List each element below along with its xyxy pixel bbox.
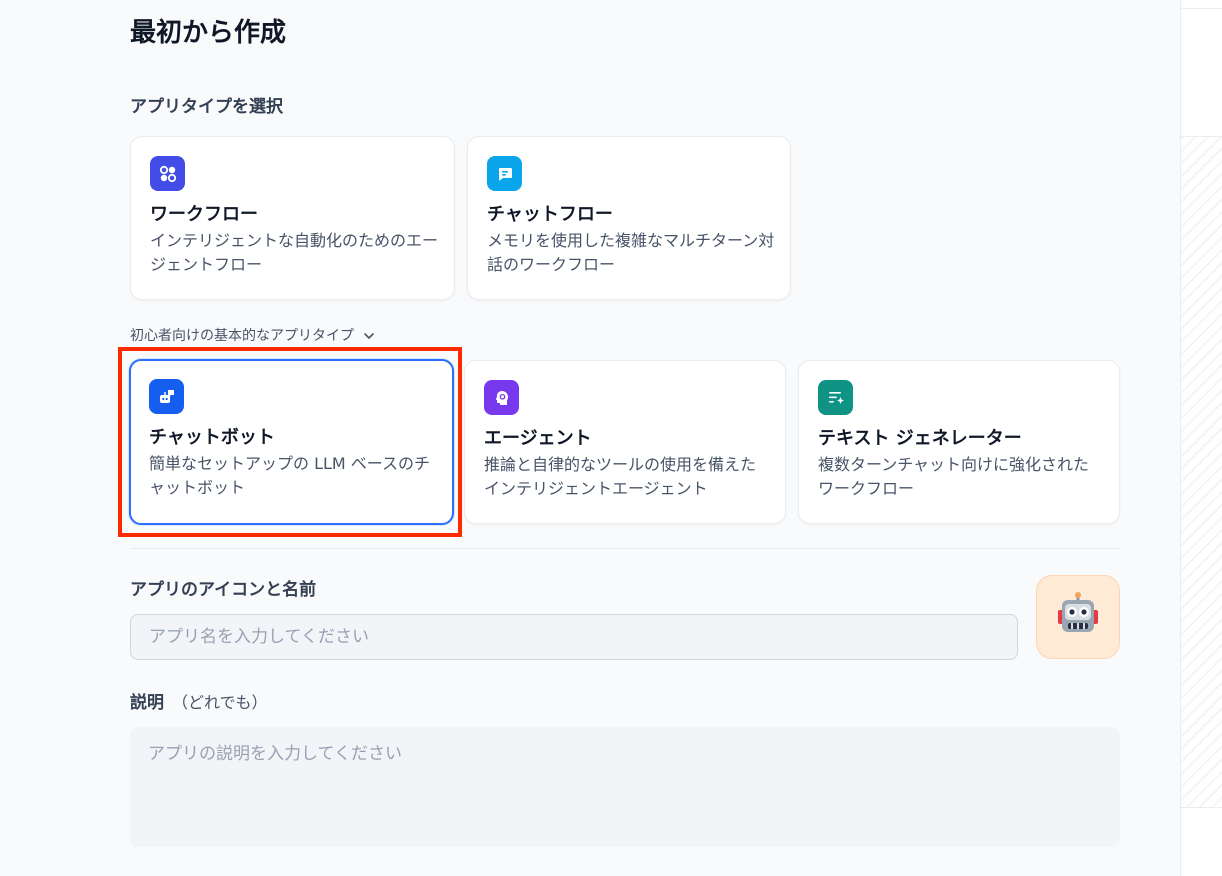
text-generator-description: 複数ターンチャット向けに強化されたワークフロー <box>818 455 1090 498</box>
app-icon-picker[interactable] <box>1036 575 1120 659</box>
app-name-label: アプリのアイコンと名前 <box>130 580 317 600</box>
beginner-app-types-toggle[interactable]: 初心者向けの基本的なアプリタイプ <box>130 325 376 347</box>
app-description-input[interactable] <box>130 727 1120 847</box>
right-panel-divider <box>1181 8 1222 9</box>
chatbot-description: 簡単なセットアップの LLM ベースのチャットボット <box>149 454 431 497</box>
app-name-input[interactable] <box>130 614 1018 660</box>
beginner-app-types-label: 初心者向けの基本的なアプリタイプ <box>130 328 354 344</box>
agent-title: エージェント <box>484 428 592 449</box>
workflow-title: ワークフロー <box>150 204 258 225</box>
section-divider <box>130 548 1120 549</box>
text-generator-icon <box>818 380 853 415</box>
right-panel <box>1180 0 1222 876</box>
text-generator-title: テキスト ジェネレーター <box>818 428 1022 449</box>
chatflow-icon <box>487 156 522 191</box>
chatbot-card[interactable]: チャットボット 簡単なセットアップの LLM ベースのチャットボット <box>129 359 454 525</box>
text-generator-card[interactable]: テキスト ジェネレーター 複数ターンチャット向けに強化されたワークフロー <box>798 360 1120 524</box>
app-type-label: アプリタイプを選択 <box>130 97 283 117</box>
page-title: 最初から作成 <box>130 18 287 48</box>
description-label: 説明 <box>130 693 164 713</box>
workflow-icon <box>150 156 185 191</box>
chatflow-description: メモリを使用した複雑なマルチターン対話のワークフロー <box>487 231 775 274</box>
chatbot-title: チャットボット <box>149 427 275 448</box>
agent-card[interactable]: エージェント 推論と自律的なツールの使用を備えたインテリジェントエージェント <box>464 360 786 524</box>
optional-label: （どれでも） <box>172 693 268 712</box>
chatbot-icon <box>149 379 184 414</box>
robot-emoji-icon <box>1054 590 1102 645</box>
workflow-description: インテリジェントな自動化のためのエージェントフロー <box>150 231 439 274</box>
chevron-down-icon <box>364 333 374 339</box>
chatflow-card[interactable]: チャットフロー メモリを使用した複雑なマルチターン対話のワークフロー <box>467 136 791 300</box>
description-label-row: 説明 （どれでも） <box>130 691 268 715</box>
workflow-card[interactable]: ワークフロー インテリジェントな自動化のためのエージェントフロー <box>130 136 455 300</box>
agent-icon <box>484 380 519 415</box>
agent-description: 推論と自律的なツールの使用を備えたインテリジェントエージェント <box>484 455 757 498</box>
chatflow-title: チャットフロー <box>487 204 613 225</box>
right-panel-preview <box>1181 136 1222 808</box>
